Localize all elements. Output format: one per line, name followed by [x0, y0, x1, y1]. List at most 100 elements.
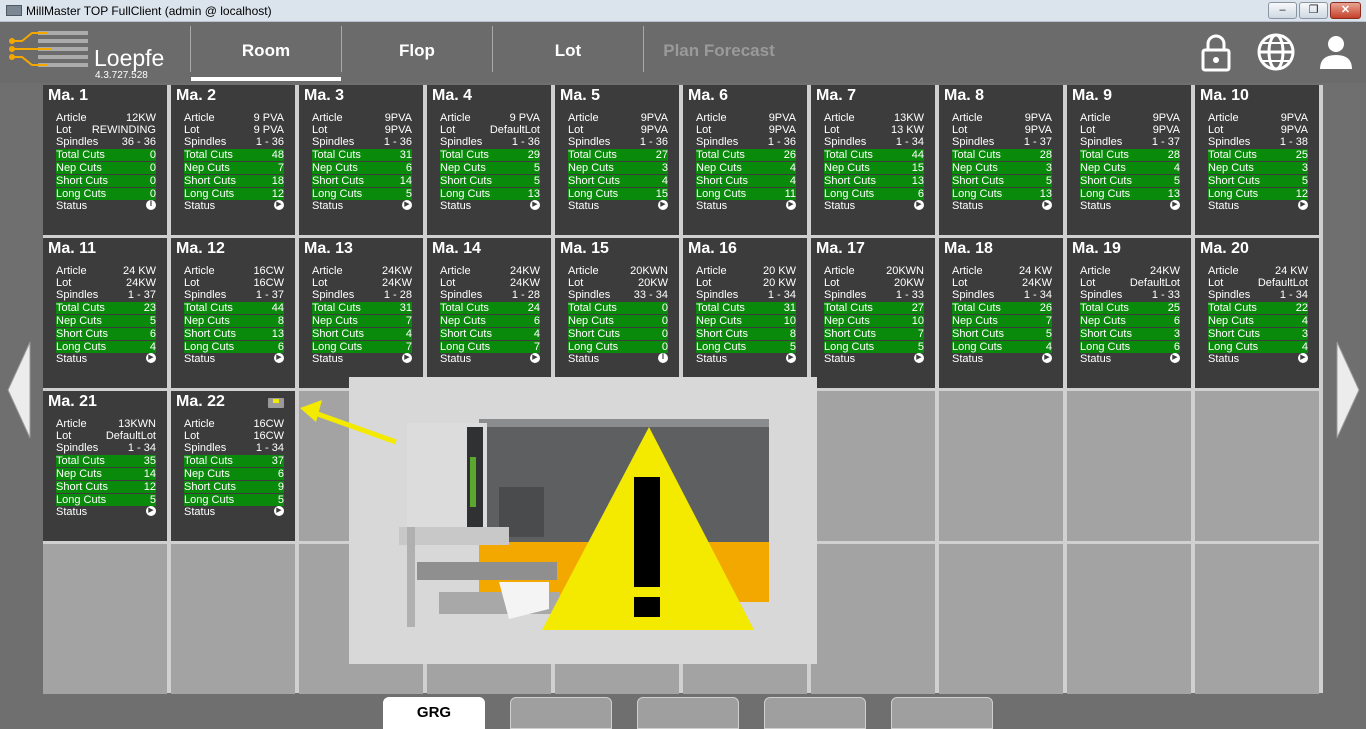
machine-card[interactable]: Ma. 13 Article 24KW Lot 24KW Spindles 1 - 28 To…: [299, 238, 423, 388]
field-value: 6: [1173, 341, 1180, 353]
close-button[interactable]: ✕: [1330, 2, 1361, 19]
machine-field-lot: Lot 9PVA: [696, 124, 796, 136]
tab-lot[interactable]: Lot: [493, 22, 643, 81]
field-label: Short Cuts: [1080, 175, 1132, 187]
field-label: Status: [1208, 200, 1240, 212]
field-value: 8: [789, 328, 796, 340]
play-icon[interactable]: ▶: [530, 353, 540, 363]
tab-flop[interactable]: Flop: [342, 22, 492, 81]
machine-field-spindles: Spindles 1 - 36: [312, 136, 412, 148]
field-label: Spindles: [56, 442, 99, 454]
machine-field-nep: Nep Cuts 10: [696, 315, 796, 327]
machine-card[interactable]: Ma. 11 Article 24 KW Lot 24KW Spindles 1 - 37 T…: [43, 238, 167, 388]
machine-card[interactable]: Ma. 3 Article 9PVA Lot 9PVA Spindles 1 - 36 Tot…: [299, 85, 423, 235]
field-label: Spindles: [1080, 136, 1123, 148]
bottom-tab[interactable]: [637, 697, 739, 729]
play-icon[interactable]: ▶: [786, 353, 796, 363]
machine-name: Ma. 4: [432, 87, 473, 104]
play-icon[interactable]: ▶: [146, 353, 156, 363]
bottom-tab[interactable]: [764, 697, 866, 729]
minimize-button[interactable]: –: [1268, 2, 1297, 19]
user-icon[interactable]: [1316, 32, 1356, 72]
machine-field-nep: Nep Cuts 15: [824, 162, 924, 174]
field-value: 0: [661, 315, 668, 327]
play-icon[interactable]: ▶: [1170, 353, 1180, 363]
field-label: Short Cuts: [312, 175, 364, 187]
play-icon[interactable]: ▶: [1042, 353, 1052, 363]
machine-card[interactable]: Ma. 20 Article 24 KW Lot DefaultLot Spindles 1…: [1195, 238, 1319, 388]
field-value: 9PVA: [1024, 112, 1052, 124]
machine-card[interactable]: Ma. 12 Article 16CW Lot 16CW Spindles 1 - 37 To…: [171, 238, 295, 388]
play-icon[interactable]: ▶: [146, 506, 156, 516]
field-value: 9 PVA: [509, 112, 540, 124]
field-label: Short Cuts: [824, 328, 876, 340]
field-value: 4: [789, 175, 796, 187]
field-value: 13: [527, 188, 540, 200]
play-icon[interactable]: ▶: [530, 200, 540, 210]
play-icon[interactable]: ▶: [274, 200, 284, 210]
machine-card[interactable]: Ma. 2 Article 9 PVA Lot 9 PVA Spindles 1 - 36 T…: [171, 85, 295, 235]
machine-card[interactable]: Ma. 8 Article 9PVA Lot 9PVA Spindles 1 - 37 Tot…: [939, 85, 1063, 235]
machine-card[interactable]: Ma. 5 Article 9PVA Lot 9PVA Spindles 1 - 36 Tot…: [555, 85, 679, 235]
play-icon[interactable]: ▶: [914, 353, 924, 363]
field-value: 6: [277, 468, 284, 480]
machine-field-long: Long Cuts 11: [696, 188, 796, 200]
field-label: Lot: [568, 277, 584, 289]
pause-icon[interactable]: ‖: [146, 200, 156, 210]
field-label: Short Cuts: [696, 175, 748, 187]
machine-card[interactable]: Ma. 15 Article 20KWN Lot 20KW Spindles 33 - 34…: [555, 238, 679, 388]
machine-card[interactable]: Ma. 10 Article 9PVA Lot 9PVA Spindles 1 - 38 To…: [1195, 85, 1319, 235]
bottom-tab[interactable]: [891, 697, 993, 729]
play-icon[interactable]: ▶: [914, 200, 924, 210]
field-label: Nep Cuts: [56, 162, 102, 174]
field-label: Lot: [568, 124, 584, 136]
play-icon[interactable]: ▶: [402, 200, 412, 210]
field-value: 4: [1045, 341, 1052, 353]
machine-field-nep: Nep Cuts 7: [312, 315, 412, 327]
previous-page-arrow-icon[interactable]: [6, 340, 32, 440]
empty-machine-slot: [939, 544, 1063, 694]
machine-field-total: Total Cuts 44: [184, 302, 284, 314]
play-icon[interactable]: ▶: [1298, 200, 1308, 210]
machine-card[interactable]: Ma. 21 Article 13KWN Lot DefaultLot Spindles 1…: [43, 391, 167, 541]
lock-icon[interactable]: [1196, 32, 1236, 72]
machine-field-short: Short Cuts 4: [440, 328, 540, 340]
play-icon[interactable]: ▶: [786, 200, 796, 210]
machine-field-spindles: Spindles 1 - 28: [440, 289, 540, 301]
field-value: 3: [1045, 162, 1052, 174]
field-label: Short Cuts: [952, 175, 1004, 187]
play-icon[interactable]: ▶: [1298, 353, 1308, 363]
globe-icon[interactable]: [1256, 32, 1296, 72]
bottom-tab-grg[interactable]: GRG: [383, 697, 485, 729]
machine-card[interactable]: Ma. 9 Article 9PVA Lot 9PVA Spindles 1 - 37 Tot…: [1067, 85, 1191, 235]
field-label: Short Cuts: [56, 175, 108, 187]
field-value: 9PVA: [1152, 124, 1180, 136]
next-page-arrow-icon[interactable]: [1335, 340, 1361, 440]
field-label: Lot: [312, 124, 328, 136]
field-value: 1 - 36: [767, 136, 796, 148]
play-icon[interactable]: ▶: [1170, 200, 1180, 210]
tab-room[interactable]: Room: [191, 22, 341, 81]
machine-card[interactable]: Ma. 4 Article 9 PVA Lot DefaultLot Spindles 1 …: [427, 85, 551, 235]
maximize-button[interactable]: ❐: [1299, 2, 1328, 19]
play-icon[interactable]: ▶: [1042, 200, 1052, 210]
field-value: 36 - 36: [121, 136, 156, 148]
pause-icon[interactable]: ‖: [658, 353, 668, 363]
machine-card[interactable]: Ma. 17 Article 20KWN Lot 20KW Spindles 1 - 33 T…: [811, 238, 935, 388]
machine-card[interactable]: Ma. 7 Article 13KW Lot 13 KW Spindles 1 - 34 To…: [811, 85, 935, 235]
machine-card[interactable]: Ma. 14 Article 24KW Lot 24KW Spindles 1 - 28 To…: [427, 238, 551, 388]
play-icon[interactable]: ▶: [274, 353, 284, 363]
machine-field-status: Status ▶: [1080, 200, 1180, 212]
play-icon[interactable]: ▶: [274, 506, 284, 516]
machine-card[interactable]: Ma. 19 Article 24KW Lot DefaultLot Spindles 1 …: [1067, 238, 1191, 388]
field-value: 20 KW: [762, 277, 796, 289]
machine-card[interactable]: Ma. 6 Article 9PVA Lot 9PVA Spindles 1 - 36 Tot…: [683, 85, 807, 235]
play-icon[interactable]: ▶: [658, 200, 668, 210]
machine-card[interactable]: Ma. 16 Article 20 KW Lot 20 KW Spindles 1 - 34…: [683, 238, 807, 388]
machine-card[interactable]: Ma. 18 Article 24 KW Lot 24KW Spindles 1 - 34 T…: [939, 238, 1063, 388]
machine-card[interactable]: Ma. 1 Article 12KW Lot REWINDING Spindles 36 -…: [43, 85, 167, 235]
machine-field-total: Total Cuts 31: [696, 302, 796, 314]
play-icon[interactable]: ▶: [402, 353, 412, 363]
bottom-tab[interactable]: [510, 697, 612, 729]
machine-field-status: Status ▶: [696, 200, 796, 212]
